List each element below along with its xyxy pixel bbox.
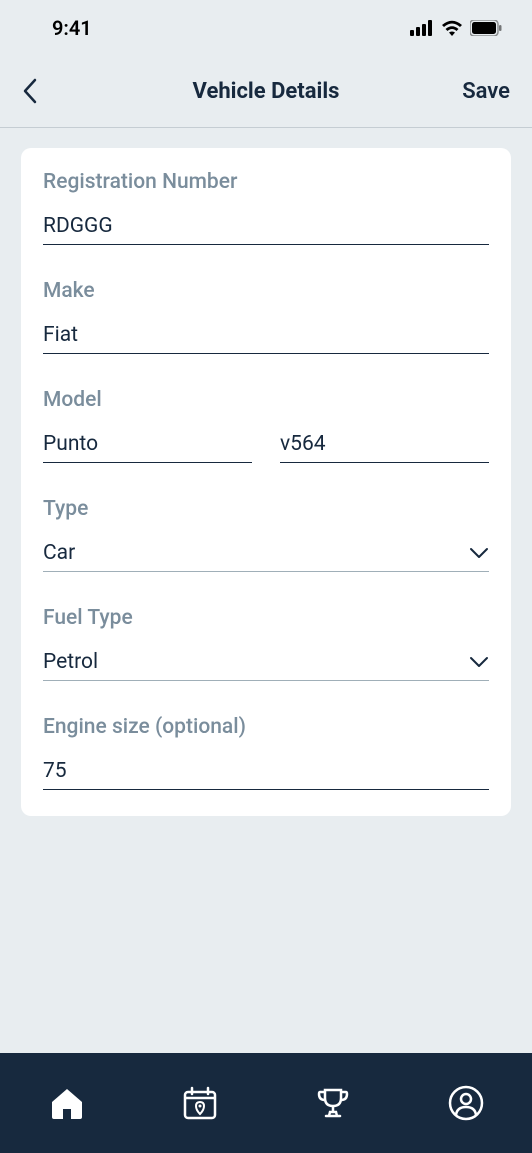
fuel-type-value: Petrol (43, 650, 98, 674)
tab-profile[interactable] (446, 1083, 486, 1123)
chevron-down-icon (469, 547, 489, 559)
type-field: Type Car (43, 497, 489, 572)
engine-size-input[interactable] (43, 759, 489, 790)
status-icons (410, 20, 502, 36)
trophy-icon (316, 1086, 350, 1120)
tab-bar (0, 1053, 532, 1153)
fuel-type-select[interactable]: Petrol (43, 650, 489, 681)
model-label: Model (43, 388, 489, 412)
fuel-type-field: Fuel Type Petrol (43, 606, 489, 681)
model-field: Model (43, 388, 489, 463)
type-value: Car (43, 541, 75, 565)
make-field: Make (43, 279, 489, 354)
engine-size-label: Engine size (optional) (43, 715, 489, 739)
form-card: Registration Number Make Model Type Car … (21, 148, 511, 816)
model-variant-input[interactable] (280, 432, 489, 463)
status-time: 9:41 (52, 16, 92, 40)
registration-number-field: Registration Number (43, 170, 489, 245)
type-select[interactable]: Car (43, 541, 489, 572)
tab-home[interactable] (47, 1083, 87, 1123)
calendar-location-icon (183, 1086, 217, 1120)
tab-trophy[interactable] (313, 1083, 353, 1123)
home-icon (50, 1087, 84, 1119)
nav-header: Vehicle Details Save (0, 55, 532, 128)
back-button[interactable] (20, 77, 40, 105)
make-label: Make (43, 279, 489, 303)
tab-calendar[interactable] (180, 1083, 220, 1123)
registration-number-input[interactable] (43, 214, 489, 245)
wifi-icon (441, 20, 463, 36)
save-button[interactable]: Save (462, 79, 510, 104)
chevron-left-icon (23, 78, 37, 104)
engine-size-field: Engine size (optional) (43, 715, 489, 790)
page-title: Vehicle Details (193, 79, 340, 104)
battery-icon (470, 20, 502, 36)
registration-number-label: Registration Number (43, 170, 489, 194)
model-name-input[interactable] (43, 432, 252, 463)
make-input[interactable] (43, 323, 489, 354)
type-label: Type (43, 497, 489, 521)
fuel-type-label: Fuel Type (43, 606, 489, 630)
profile-icon (448, 1085, 484, 1121)
chevron-down-icon (469, 656, 489, 668)
status-bar: 9:41 (0, 0, 532, 55)
cellular-icon (410, 20, 434, 36)
